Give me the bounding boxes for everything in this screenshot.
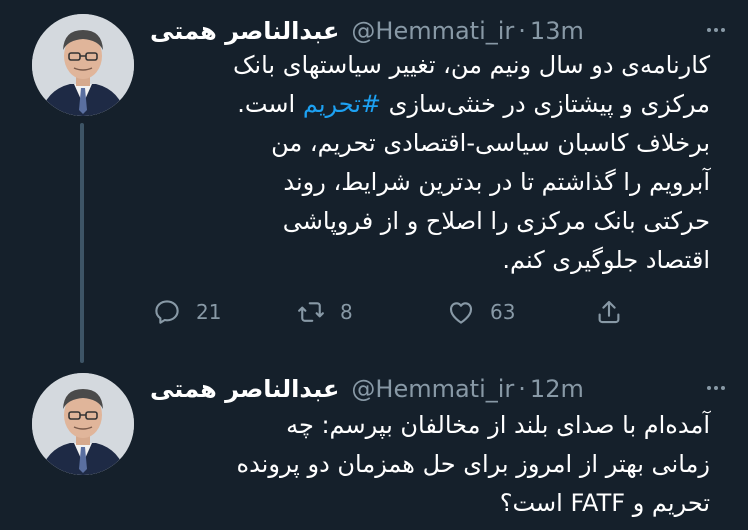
tweet-header: عبدالناصر همتی @Hemmati_ir · 13m — [150, 14, 728, 48]
tweet-actions: 21 8 63 — [150, 292, 630, 332]
retweet-count: 8 — [340, 300, 353, 324]
tweet-text: آمده‌ام با صدای بلند از مخالفان بپرسم: چ… — [150, 406, 711, 523]
timestamp[interactable]: 13m — [530, 17, 584, 45]
tweet[interactable]: عبدالناصر همتی @Hemmati_ir · 12m آمده‌ام… — [0, 368, 748, 530]
like-count: 63 — [490, 300, 516, 324]
more-options-button[interactable] — [702, 374, 730, 402]
more-icon — [707, 28, 725, 32]
avatar[interactable] — [32, 14, 134, 116]
timestamp[interactable]: 12m — [530, 375, 584, 403]
tweet[interactable]: عبدالناصر همتی @Hemmati_ir · 13m کارنامه… — [0, 0, 748, 368]
reply-button[interactable]: 21 — [152, 292, 221, 332]
avatar-portrait-image — [32, 373, 134, 475]
hashtag-link[interactable]: #تحریم — [303, 90, 381, 118]
tweet-text-line: اقتصاد جلوگیری کنم. — [502, 246, 710, 274]
share-button[interactable] — [594, 292, 624, 332]
retweet-icon — [298, 302, 324, 322]
retweet-button[interactable]: 8 — [296, 292, 353, 332]
handle[interactable]: @Hemmati_ir — [351, 17, 514, 45]
display-name[interactable]: عبدالناصر همتی — [150, 375, 339, 403]
like-button[interactable]: 63 — [446, 292, 515, 332]
separator-dot: · — [518, 17, 526, 45]
tweet-thread: عبدالناصر همتی @Hemmati_ir · 13m کارنامه… — [0, 0, 748, 530]
reply-count: 21 — [196, 300, 222, 324]
handle[interactable]: @Hemmati_ir — [351, 375, 514, 403]
tweet-text-line: برخلاف کاسبان سیاسی-اقتصادی تحریم، من — [271, 129, 710, 157]
heart-icon — [449, 302, 473, 324]
reply-icon — [155, 300, 179, 324]
avatar-portrait-image — [32, 14, 134, 116]
tweet-text-fragment: مرکزی و پیشتازی در خنثی‌سازی — [388, 90, 710, 118]
tweet-text-line: زمانی بهتر از امروز برای حل همزمان دو پر… — [236, 450, 711, 478]
tweet-text-line: مرکزی و پیشتازی در خنثی‌سازی #تحریم است. — [150, 85, 710, 124]
tweet-text-fragment: است. — [237, 90, 296, 118]
tweet-text-line: آمده‌ام با صدای بلند از مخالفان بپرسم: چ… — [286, 411, 710, 439]
avatar[interactable] — [32, 373, 134, 475]
more-icon — [707, 386, 725, 390]
tweet-text-line: آبرویم را گذاشتم تا در بدترین شرایط، رون… — [283, 168, 710, 196]
tweet-text: کارنامه‌ی دو سال ونیم من، تغییر سیاستهای… — [150, 46, 710, 280]
tweet-text-line: حرکتی بانک مرکزی را اصلاح و از فروپاشی — [282, 207, 710, 235]
display-name[interactable]: عبدالناصر همتی — [150, 17, 339, 45]
share-icon — [598, 300, 620, 324]
more-options-button[interactable] — [702, 16, 730, 44]
tweet-header: عبدالناصر همتی @Hemmati_ir · 12m — [150, 372, 728, 406]
thread-line — [80, 123, 84, 363]
separator-dot: · — [518, 375, 526, 403]
tweet-text-line: تحریم و FATF است؟ — [499, 489, 710, 517]
tweet-text-line: کارنامه‌ی دو سال ونیم من، تغییر سیاستهای… — [232, 51, 710, 79]
